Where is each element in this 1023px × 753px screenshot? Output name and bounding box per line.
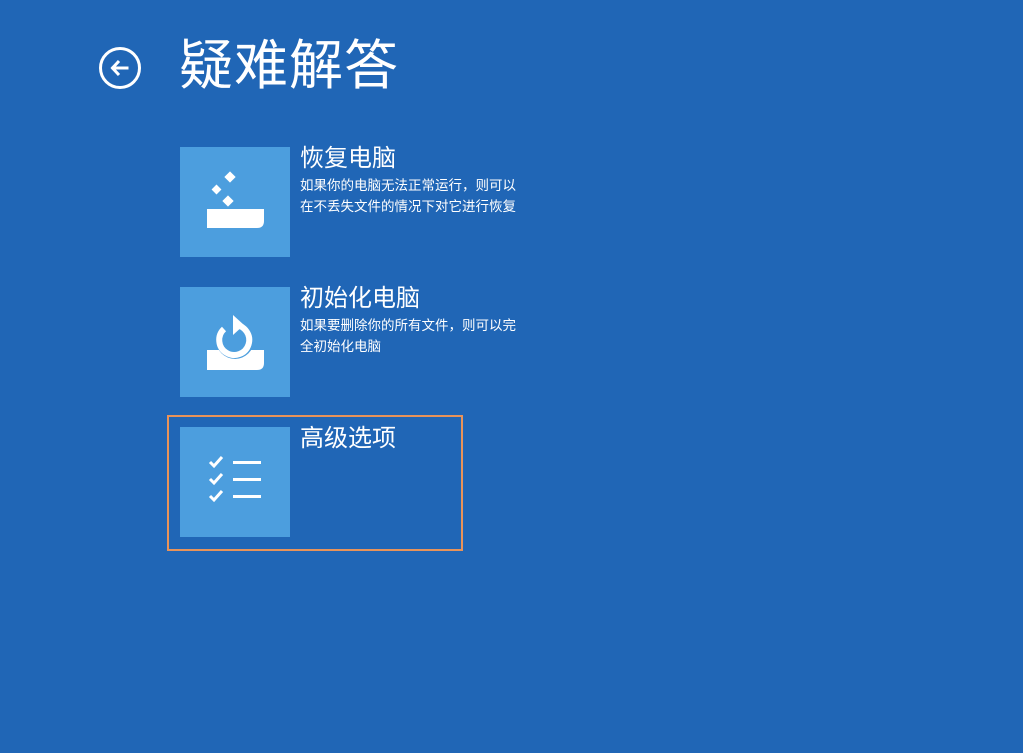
option-reset-pc[interactable]: 初始化电脑 如果要删除你的所有文件，则可以完 全初始化电脑 — [180, 284, 560, 397]
option-advanced-options[interactable]: 高级选项 — [180, 424, 560, 537]
option-tile — [180, 287, 290, 397]
back-button[interactable] — [99, 47, 141, 89]
option-title: 恢复电脑 — [300, 144, 396, 172]
option-refresh-pc[interactable]: 恢复电脑 如果你的电脑无法正常运行，则可以 在不丢失文件的情况下对它进行恢复 — [180, 144, 560, 257]
option-description-line: 全初始化电脑 — [300, 339, 381, 355]
option-description-line: 在不丢失文件的情况下对它进行恢复 — [300, 199, 516, 215]
option-tile — [180, 427, 290, 537]
option-title: 高级选项 — [300, 424, 396, 452]
option-tile — [180, 147, 290, 257]
checklist-icon — [208, 456, 261, 503]
option-description: 如果要删除你的所有文件，则可以完 全初始化电脑 — [300, 316, 550, 358]
back-arrow-icon — [110, 59, 129, 77]
option-description-line: 如果要删除你的所有文件，则可以完 — [300, 318, 516, 334]
page-title: 疑难解答 — [179, 34, 399, 97]
option-description-line: 如果你的电脑无法正常运行，则可以 — [300, 178, 516, 194]
option-title: 初始化电脑 — [300, 284, 420, 312]
option-description: 如果你的电脑无法正常运行，则可以 在不丢失文件的情况下对它进行恢复 — [300, 176, 550, 218]
refresh-drive-icon — [207, 171, 264, 228]
reset-drive-icon — [207, 315, 264, 370]
